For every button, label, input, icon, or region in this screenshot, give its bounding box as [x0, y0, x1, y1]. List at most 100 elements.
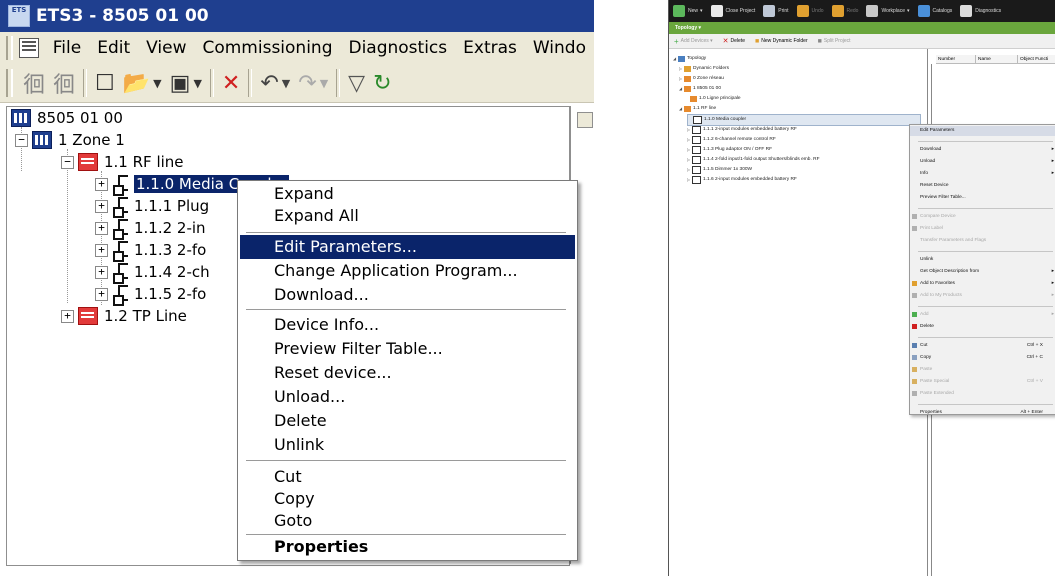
expand-icon[interactable]: +: [95, 199, 108, 213]
catalogs-button[interactable]: Catalogs: [917, 5, 952, 17]
menu-item-delete[interactable]: Delete: [910, 322, 1055, 332]
menu-item-transfer-parameters-and-flags[interactable]: Transfer Parameters and Flags: [910, 236, 1055, 246]
tree-node-device[interactable]: + 1.1.4 2-ch: [95, 261, 210, 284]
expand-icon[interactable]: +: [95, 287, 108, 301]
redo-icon[interactable]: ↷ ▼: [298, 70, 328, 96]
menu-item-cut[interactable]: Cut Ctrl + X: [910, 341, 1055, 351]
menu-item-expand-all[interactable]: Expand All: [240, 204, 575, 228]
menu-item-print-label[interactable]: Print Label: [910, 224, 1055, 234]
menu-diagnostics[interactable]: Diagnostics: [348, 38, 447, 58]
new-button[interactable]: New ▾: [673, 5, 703, 17]
expand-icon[interactable]: +: [95, 221, 108, 235]
refresh-icon[interactable]: ↻: [373, 70, 391, 96]
expand-icon[interactable]: +: [95, 177, 108, 191]
tree-node-device[interactable]: ▷ 1.1.2 6-channel remote control RF: [687, 135, 776, 145]
collapse-icon[interactable]: −: [15, 133, 28, 147]
next-project-icon[interactable]: 徊: [53, 70, 75, 98]
menu-item-copy[interactable]: Copy Ctrl + C: [910, 353, 1055, 363]
menu-item-add-to-my-products[interactable]: Add to My Products ▸: [910, 291, 1055, 301]
menu-item-paste[interactable]: Paste: [910, 365, 1055, 375]
diagnostics-button[interactable]: Diagnostics: [960, 5, 1001, 17]
undo-icon[interactable]: ↶ ▼: [260, 70, 290, 96]
menu-item-info[interactable]: Info ▸: [910, 169, 1055, 179]
toolbar-grip[interactable]: [6, 69, 13, 97]
tree-node-line[interactable]: − 1.1 RF line: [61, 151, 184, 173]
tree-node-line[interactable]: + 1.2 TP Line: [61, 305, 187, 327]
collapse-icon[interactable]: −: [61, 155, 74, 169]
tree-node-device[interactable]: ▷ 1.1.6 2-input modules embedded battery …: [687, 175, 797, 185]
menu-item-unlink[interactable]: Unlink: [910, 255, 1055, 265]
delete-button[interactable]: ✕ Delete: [723, 37, 745, 45]
menu-item-paste-extended[interactable]: Paste Extended: [910, 389, 1055, 399]
column-header-number[interactable]: Number: [936, 55, 976, 64]
tree-node-device[interactable]: + 1.1.3 2-fo: [95, 239, 206, 262]
tree-node-main-line[interactable]: 1.0 Ligne principale: [685, 94, 741, 104]
menu-item-device-info[interactable]: Device Info...: [240, 313, 575, 337]
new-dynamic-folder-button[interactable]: ■ New Dynamic Folder: [755, 38, 808, 45]
prev-project-icon[interactable]: 徊: [23, 70, 45, 98]
tree-node-device[interactable]: ▷ 1.1.4 2-fold input/1-fold output Shutte…: [687, 155, 820, 165]
menu-item-download[interactable]: Download...: [240, 283, 575, 307]
delete-icon[interactable]: ✕: [222, 70, 240, 96]
tree-node-dynamic-folders[interactable]: ▷ Dynamic Folders: [679, 64, 729, 74]
filter-icon[interactable]: ▽: [348, 70, 365, 96]
menu-item-expand[interactable]: Expand: [240, 182, 575, 206]
menu-item-cut[interactable]: Cut: [240, 465, 575, 489]
add-devices-button[interactable]: + Add Devices ▾: [674, 37, 713, 46]
tree-node-device[interactable]: ▷ 1.1.1 2-input modules embedded battery …: [687, 125, 797, 135]
catalog-icon[interactable]: ▣ ▼: [170, 70, 202, 96]
menu-item-properties[interactable]: Properties: [240, 535, 575, 559]
menu-item-preview-filter-table[interactable]: Preview Filter Table...: [910, 193, 1055, 203]
tree-node-project[interactable]: 8505 01 00: [11, 107, 123, 129]
menu-item-properties[interactable]: Properties Alt + Enter: [910, 408, 1055, 418]
column-header-object-function[interactable]: Object Functi: [1018, 55, 1055, 64]
panel-title-bar[interactable]: Topology ▾: [669, 22, 1055, 34]
menu-item-add[interactable]: Add ▸: [910, 310, 1055, 320]
menu-item-reset-device[interactable]: Reset device...: [240, 361, 575, 385]
menu-item-unload[interactable]: Unload...: [240, 385, 575, 409]
undo-button[interactable]: Undo: [796, 5, 824, 17]
tree-node-zone[interactable]: − 1 Zone 1: [15, 129, 125, 151]
toolbar-grip[interactable]: [6, 36, 13, 60]
column-header-name[interactable]: Name: [976, 55, 1018, 64]
menu-item-delete[interactable]: Delete: [240, 409, 575, 433]
workplace-button[interactable]: Workplace ▾: [866, 5, 910, 17]
redo-button[interactable]: Redo: [831, 5, 858, 17]
tree-node-device[interactable]: ▷ 1.1.5 Dimmer 1x 300W: [687, 165, 752, 175]
tree-node-device[interactable]: + 1.1.2 2-in: [95, 217, 206, 240]
pane-header[interactable]: [577, 112, 593, 128]
new-icon[interactable]: ☐: [95, 70, 115, 96]
system-menu-icon[interactable]: [18, 38, 39, 58]
menu-edit[interactable]: Edit: [97, 38, 130, 58]
menu-item-goto[interactable]: Goto: [240, 509, 575, 533]
tree-node-zone[interactable]: ▷ 0 Zone réseau: [679, 74, 724, 84]
menu-commissioning[interactable]: Commissioning: [202, 38, 332, 58]
menu-item-change-application[interactable]: Change Application Program...: [240, 259, 575, 283]
menu-item-compare-device[interactable]: Compare Device: [910, 212, 1055, 222]
tree-node-rf-line[interactable]: ◢ 1.1 RF line: [679, 104, 716, 114]
menu-view[interactable]: View: [146, 38, 186, 58]
tree-node-topology[interactable]: ◢ Topology: [673, 54, 706, 64]
menu-window[interactable]: Windo: [533, 38, 586, 58]
menu-item-paste-special[interactable]: Paste Special Ctrl + V: [910, 377, 1055, 387]
print-button[interactable]: Print: [763, 5, 789, 17]
menu-extras[interactable]: Extras: [463, 38, 517, 58]
open-folder-icon[interactable]: 📂 ▼: [123, 70, 162, 96]
expand-icon[interactable]: +: [61, 309, 74, 323]
menu-item-add-to-favorites[interactable]: Add to Favorites ▸: [910, 279, 1055, 289]
menu-item-edit-parameters[interactable]: Edit Parameters...: [240, 235, 575, 259]
tree-node-device[interactable]: + 1.1.5 2-fo: [95, 283, 206, 306]
close-project-button[interactable]: Close Project: [710, 5, 755, 17]
expand-icon[interactable]: +: [95, 265, 108, 279]
menu-item-get-object-description-from[interactable]: Get Object Description from ▸: [910, 267, 1055, 277]
menu-item-edit-parameters[interactable]: Edit Parameters: [910, 126, 1055, 136]
menu-item-copy[interactable]: Copy: [240, 487, 575, 511]
menu-file[interactable]: File: [53, 38, 81, 58]
expand-icon[interactable]: +: [95, 243, 108, 257]
tree-node-area[interactable]: ◢ 1 8505 01 00: [679, 84, 721, 94]
menu-item-unlink[interactable]: Unlink: [240, 433, 575, 457]
menu-item-download[interactable]: Download ▸: [910, 145, 1055, 155]
tree-node-device[interactable]: ▷ 1.1.3 Plug adaptor ON / OFF RF: [687, 145, 772, 155]
menu-item-reset-device[interactable]: Reset Device: [910, 181, 1055, 191]
menu-item-unload[interactable]: Unload ▸: [910, 157, 1055, 167]
